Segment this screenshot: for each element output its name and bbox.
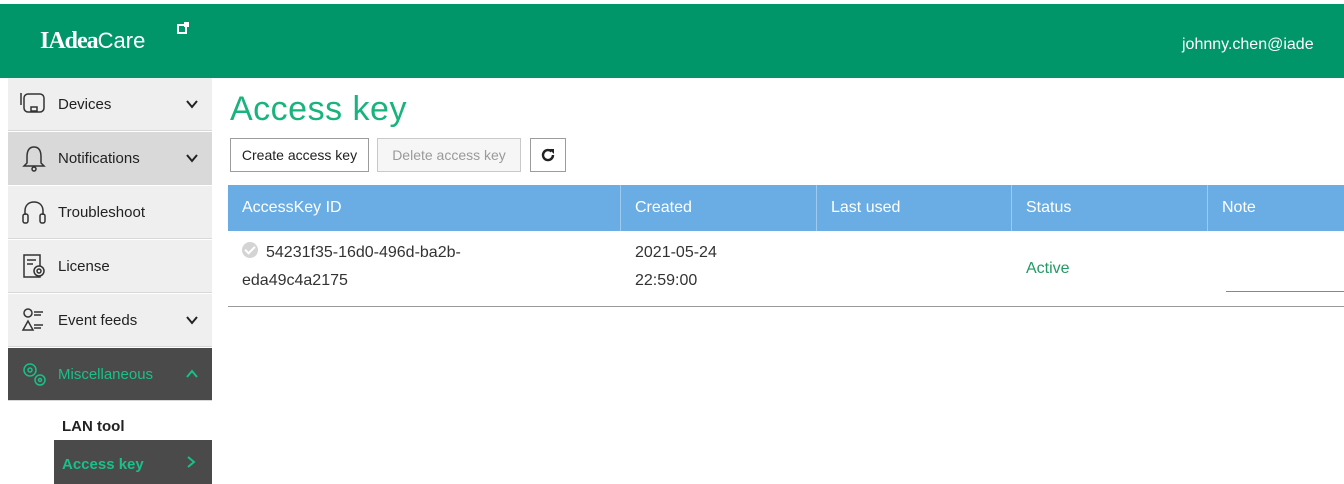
logo-mark-icon [177, 22, 189, 34]
sidebar-item-label: Notifications [58, 149, 140, 167]
license-icon [14, 246, 54, 286]
device-icon [14, 84, 54, 124]
top-bar: IAdeaCare johnny.chen@iade [0, 0, 1344, 78]
bell-icon [14, 138, 54, 178]
created-time: 22:59:00 [635, 272, 698, 289]
delete-access-key-button[interactable]: Delete access key [377, 138, 521, 172]
sidebar-item-miscellaneous[interactable]: Miscellaneous [8, 348, 212, 401]
check-icon[interactable] [242, 242, 258, 258]
refresh-icon [541, 148, 555, 162]
sidebar-item-label: Devices [58, 95, 112, 113]
column-header-note[interactable]: Note [1208, 185, 1344, 231]
sidebar-subitem-label: LAN tool [62, 417, 125, 435]
column-header-created[interactable]: Created [621, 185, 817, 231]
page-title: Access key [230, 90, 407, 128]
sidebar: Devices Notifications Troubleshoot Licen… [8, 78, 212, 484]
create-access-key-button[interactable]: Create access key [230, 138, 369, 172]
main-content: Access key Create access key Delete acce… [228, 78, 1344, 484]
sidebar-item-label: Troubleshoot [58, 203, 145, 221]
logo-brand: IAdea [40, 28, 99, 54]
column-header-accesskey-id[interactable]: AccessKey ID [228, 185, 621, 231]
sidebar-item-event-feeds[interactable]: Event feeds [8, 294, 212, 347]
sidebar-subitem-access-key[interactable]: Access key [54, 440, 212, 484]
refresh-button[interactable] [530, 138, 566, 172]
status-cell: Active [1026, 260, 1070, 277]
gears-icon [14, 354, 54, 394]
chevron-down-icon[interactable] [180, 146, 204, 170]
sidebar-item-license[interactable]: License [8, 240, 212, 293]
logo-suffix: Care [97, 28, 146, 53]
table-header: AccessKey ID Created Last used Status No… [228, 185, 1344, 231]
chevron-right-icon [184, 455, 198, 474]
chevron-up-icon[interactable] [180, 362, 204, 386]
created-cell: 2021-05-24 22:59:00 [635, 239, 717, 295]
sidebar-item-label: Miscellaneous [58, 365, 154, 383]
sidebar-item-devices[interactable]: Devices [8, 78, 212, 131]
chevron-down-icon[interactable] [180, 308, 204, 332]
table-row[interactable]: 54231f35-16d0-496d-ba2b- eda49c4a2175 20… [228, 231, 1344, 307]
sidebar-item-label: License [58, 257, 110, 275]
chevron-down-icon[interactable] [180, 92, 204, 116]
app-logo[interactable]: IAdeaCare [40, 22, 189, 68]
sidebar-item-troubleshoot[interactable]: Troubleshoot [8, 186, 212, 239]
user-email[interactable]: johnny.chen@iade [1182, 36, 1314, 54]
column-header-last-used[interactable]: Last used [817, 185, 1012, 231]
note-input[interactable] [1226, 291, 1344, 292]
accesskey-id-line2: eda49c4a2175 [242, 272, 348, 289]
sidebar-item-label: Event feeds [58, 311, 138, 329]
created-date: 2021-05-24 [635, 244, 717, 261]
accesskey-id-cell[interactable]: 54231f35-16d0-496d-ba2b- eda49c4a2175 [242, 239, 461, 295]
headset-icon [14, 192, 54, 232]
sidebar-subitem-label: Access key [62, 455, 144, 473]
event-feeds-icon [14, 300, 54, 340]
sidebar-item-notifications[interactable]: Notifications [8, 132, 212, 185]
accesskey-id-line1: 54231f35-16d0-496d-ba2b- [266, 244, 461, 261]
column-header-status[interactable]: Status [1012, 185, 1208, 231]
